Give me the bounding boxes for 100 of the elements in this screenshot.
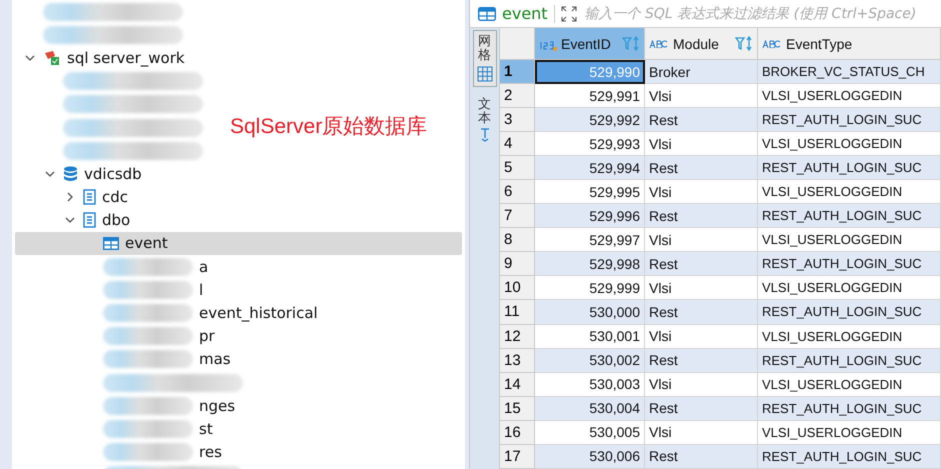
table-cell: Rest: [644, 396, 758, 420]
table-cell: 529,993: [534, 132, 644, 156]
table-name: event: [502, 4, 548, 23]
tree-item[interactable]: pr: [15, 324, 462, 348]
table-cell: REST_AUTH_LOGIN_SUC: [758, 348, 940, 372]
table-cell: BROKER_VC_STATUS_CH: [758, 60, 940, 84]
tree-item[interactable]: a: [15, 255, 462, 278]
row-number[interactable]: 12: [500, 324, 534, 348]
table-cell: 530,003: [534, 372, 644, 396]
expand-icon[interactable]: [560, 6, 577, 22]
table-cell: VLSI_USERLOGGEDIN: [758, 228, 940, 252]
row-number[interactable]: 10: [500, 276, 534, 300]
text-cursor-icon: [478, 128, 490, 142]
table-cell: 530,002: [534, 348, 644, 372]
table-cell: Vlsi: [644, 132, 758, 156]
tree-item[interactable]: res: [15, 440, 462, 464]
table-cell: 530,004: [534, 396, 644, 420]
table-cell: VLSI_USERLOGGEDIN: [758, 372, 940, 396]
collapse-icon[interactable]: [45, 168, 55, 179]
tree-item[interactable]: st: [15, 417, 462, 441]
row-number[interactable]: 6: [500, 180, 534, 204]
tree-item-label: pr: [199, 327, 215, 346]
table-cell: REST_AUTH_LOGIN_SUC: [758, 204, 940, 228]
tree-item-label[interactable]: sql server_work: [67, 48, 185, 67]
tree-item-label: a: [199, 258, 208, 276]
table-cell: 529,996: [534, 204, 644, 228]
collapse-icon[interactable]: [65, 215, 75, 226]
database-icon: [63, 166, 78, 182]
table-cell: Vlsi: [644, 84, 758, 108]
schema-icon: [83, 189, 96, 206]
row-number[interactable]: 1: [500, 60, 534, 84]
row-number[interactable]: 14: [500, 372, 534, 396]
view-tab[interactable]: 文本: [472, 92, 496, 148]
column-header[interactable]: Module: [644, 28, 758, 60]
table-cell: 529,994: [534, 156, 644, 180]
row-number[interactable]: 2: [500, 84, 534, 108]
tree-item-label: st: [199, 420, 213, 438]
table-cell: 529,999: [534, 276, 644, 300]
table-cell: Rest: [644, 156, 758, 180]
table-cell: REST_AUTH_LOGIN_SUC: [758, 108, 940, 132]
tree-item[interactable]: l: [15, 278, 462, 302]
tree-item-label: res: [199, 443, 222, 462]
row-number[interactable]: 16: [500, 420, 534, 444]
row-number[interactable]: 7: [500, 204, 534, 228]
row-number[interactable]: 4: [500, 132, 534, 156]
row-number[interactable]: 13: [500, 348, 534, 372]
expand-icon[interactable]: [65, 192, 75, 202]
table-cell: Vlsi: [644, 180, 758, 204]
table-cell: Rest: [644, 444, 758, 468]
table-cell: 530,000: [534, 300, 644, 324]
tree-item[interactable]: event: [15, 232, 462, 256]
view-tab[interactable]: 网格: [472, 30, 496, 87]
table-cell: 529,991: [534, 84, 644, 108]
row-number[interactable]: 15: [500, 396, 534, 420]
row-number[interactable]: 9: [500, 252, 534, 276]
row-number[interactable]: 3: [500, 108, 534, 132]
table-cell: VLSI_USERLOGGEDIN: [758, 180, 940, 204]
table-cell: Vlsi: [644, 276, 758, 300]
tree-item-label: event_historical: [199, 304, 318, 322]
tree-item[interactable]: nges: [15, 394, 462, 418]
tree-item-label: nges: [199, 396, 236, 415]
filter-sort-icon[interactable]: [735, 36, 753, 52]
table-cell: REST_AUTH_LOGIN_SUC: [758, 300, 940, 324]
schema-icon: [83, 212, 96, 228]
table-cell: 529,997: [534, 228, 644, 252]
column-header[interactable]: EventID: [534, 28, 644, 60]
table-cell: 529,998: [534, 252, 644, 276]
table-cell: Rest: [644, 348, 758, 372]
tree-item-label[interactable]: dbo: [102, 211, 130, 230]
tree-item-label: event: [125, 234, 168, 252]
table-cell: Rest: [644, 300, 758, 324]
table-cell: Vlsi: [644, 228, 758, 252]
table-cell: Rest: [644, 252, 758, 276]
collapse-icon[interactable]: [25, 52, 35, 63]
text-type-icon: [762, 40, 782, 48]
table-cell: REST_AUTH_LOGIN_SUC: [758, 156, 940, 180]
number-type-icon: [539, 40, 557, 52]
table-cell: REST_AUTH_LOGIN_SUC: [758, 396, 940, 420]
table-cell: Rest: [644, 204, 758, 228]
table-cell: Broker: [644, 60, 758, 84]
table-cell: Rest: [644, 108, 758, 132]
annotation-text: SqlServer原始数据库: [230, 114, 428, 140]
table-cell: 530,006: [534, 444, 644, 468]
table-cell: 530,001: [534, 324, 644, 348]
table-cell: Vlsi: [644, 324, 758, 348]
table-cell: VLSI_USERLOGGEDIN: [758, 132, 940, 156]
row-number[interactable]: 8: [500, 228, 534, 252]
row-number[interactable]: 5: [500, 156, 534, 180]
tree-item-label[interactable]: cdc: [102, 188, 128, 206]
row-number[interactable]: 11: [500, 300, 534, 324]
row-number[interactable]: 17: [500, 444, 534, 468]
table-icon: [103, 236, 119, 250]
table-cell: REST_AUTH_LOGIN_SUC: [758, 444, 940, 468]
table-cell: 530,005: [534, 420, 644, 444]
tree-item[interactable]: event_historical: [15, 301, 462, 325]
tree-item-label[interactable]: vdicsdb: [84, 164, 142, 183]
column-header[interactable]: EventType: [758, 28, 940, 60]
connection-icon: [43, 50, 61, 66]
tree-item[interactable]: mas: [15, 348, 462, 371]
table-cell: 529,992: [534, 108, 644, 132]
